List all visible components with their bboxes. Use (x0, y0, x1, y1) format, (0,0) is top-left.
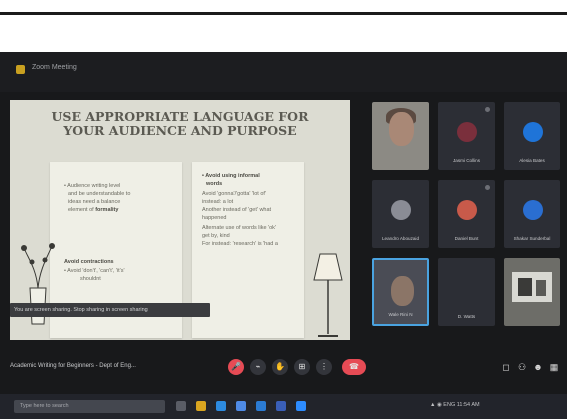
end-call-icon[interactable]: ☎ (342, 359, 366, 375)
edge-browser-icon[interactable] (216, 401, 226, 411)
apps-grid-icon[interactable]: ⊞ (294, 359, 310, 375)
participant-name: D. Watts (457, 314, 476, 319)
card-text: instead: a lot (202, 199, 234, 205)
participant-name: Wale Rini N (388, 312, 413, 317)
participant-avatar (523, 122, 543, 142)
card-text: get by, kind (202, 233, 230, 239)
card-text: Another instead of 'get' what (202, 207, 272, 213)
participant-tile[interactable]: Jasmi Collins (438, 102, 495, 170)
mic-off-icon[interactable]: 🎤 (228, 359, 244, 375)
zoom-taskbar-icon[interactable] (296, 401, 306, 411)
mic-muted-icon (485, 185, 490, 190)
screen-share-notice: You are screen sharing. Stop sharing in … (10, 303, 210, 317)
slide-title: USE APPROPRIATE LANGUAGE FOR YOUR AUDIEN… (10, 110, 350, 138)
mic-muted-icon (485, 107, 490, 112)
card-text: element of formality (68, 206, 118, 214)
participant-avatar (457, 200, 477, 220)
participant-video (512, 272, 552, 302)
more-icon[interactable]: ⋮ (316, 359, 332, 375)
participant-name: Jasmi Collins (452, 158, 481, 163)
card-text: Avoid 'gonna'/'gotta' 'lot of' (202, 191, 266, 197)
participant-face (391, 276, 414, 306)
participant-name: Daniel Bunt (454, 236, 479, 241)
participant-tile[interactable]: Alesia Bates (504, 102, 560, 170)
card-text: For instead: 'research' is 'had a (202, 241, 278, 247)
top-divider (0, 12, 567, 15)
window-titlebar: Zoom Meeting (0, 52, 567, 92)
card-text: Alternate use of words like 'ok' (202, 225, 276, 231)
window-title: Zoom Meeting (32, 64, 77, 71)
people-icon[interactable]: ⚇ (516, 361, 528, 373)
card-subhead: Avoid contractions (64, 259, 114, 265)
participant-tile[interactable]: Leandro Abouzaid (372, 180, 429, 248)
card-text: • Audience writing level (64, 183, 121, 189)
card-text: • Avoid 'don't', 'can't', 'it's' (64, 268, 125, 274)
active-speaker-tile[interactable]: Wale Rini N (372, 258, 429, 326)
participant-tile[interactable]: D. Watts (438, 258, 495, 326)
participant-face (389, 112, 414, 146)
monitor-screen: Zoom Meeting USE APPROPRIATE LANGUAGE FO… (0, 52, 567, 419)
file-explorer-icon[interactable] (196, 401, 206, 411)
windows-taskbar: Type here to search ▲ ◉ ENG 11:54 AM (0, 394, 567, 419)
taskbar-search-input[interactable]: Type here to search (14, 400, 165, 413)
apps-icon[interactable]: ▦ (548, 361, 560, 373)
camera-icon[interactable]: ⌁ (250, 359, 266, 375)
card-text-bold: formality (95, 207, 119, 213)
chat-icon[interactable]: ◻ (500, 361, 512, 373)
participant-tile[interactable]: Shakar Sunderbal (504, 180, 560, 248)
zoom-app-icon (16, 65, 25, 74)
participant-video-tile[interactable] (504, 258, 560, 326)
slide-title-line-1: USE APPROPRIATE LANGUAGE FOR (51, 109, 309, 124)
card-text: shouldnt (80, 276, 101, 282)
participant-avatar (457, 122, 477, 142)
participant-tile[interactable]: Daniel Bunt (438, 180, 495, 248)
reactions-icon[interactable]: ☻ (532, 361, 544, 373)
participant-video-tile[interactable] (372, 102, 429, 170)
meeting-title: Academic Writing for Beginners - Dept of… (10, 363, 136, 369)
card-text: happened (202, 215, 227, 221)
participant-name: Shakar Sunderbal (513, 236, 551, 241)
task-view-icon[interactable] (176, 401, 186, 411)
participant-name: Leandro Abouzaid (381, 236, 420, 241)
lamp-illustration (313, 253, 343, 337)
system-tray: ▲ ◉ ENG 11:54 AM (430, 402, 480, 408)
meeting-control-bar: Academic Writing for Beginners - Dept of… (0, 352, 567, 384)
participant-avatar (391, 200, 411, 220)
card-subhead: words (206, 181, 223, 187)
slide-title-line-2: YOUR AUDIENCE AND PURPOSE (63, 123, 297, 138)
card-subhead: • Avoid using informal (202, 173, 260, 179)
mail-icon[interactable] (256, 401, 266, 411)
participant-avatar (523, 200, 543, 220)
card-text: element of (68, 207, 94, 213)
word-icon[interactable] (276, 401, 286, 411)
store-icon[interactable] (236, 401, 246, 411)
participant-name: Alesia Bates (519, 158, 545, 163)
card-text: and be understandable to (68, 191, 131, 197)
raise-hand-icon[interactable]: ✋ (272, 359, 288, 375)
card-text: ideas need a balance (68, 199, 121, 205)
